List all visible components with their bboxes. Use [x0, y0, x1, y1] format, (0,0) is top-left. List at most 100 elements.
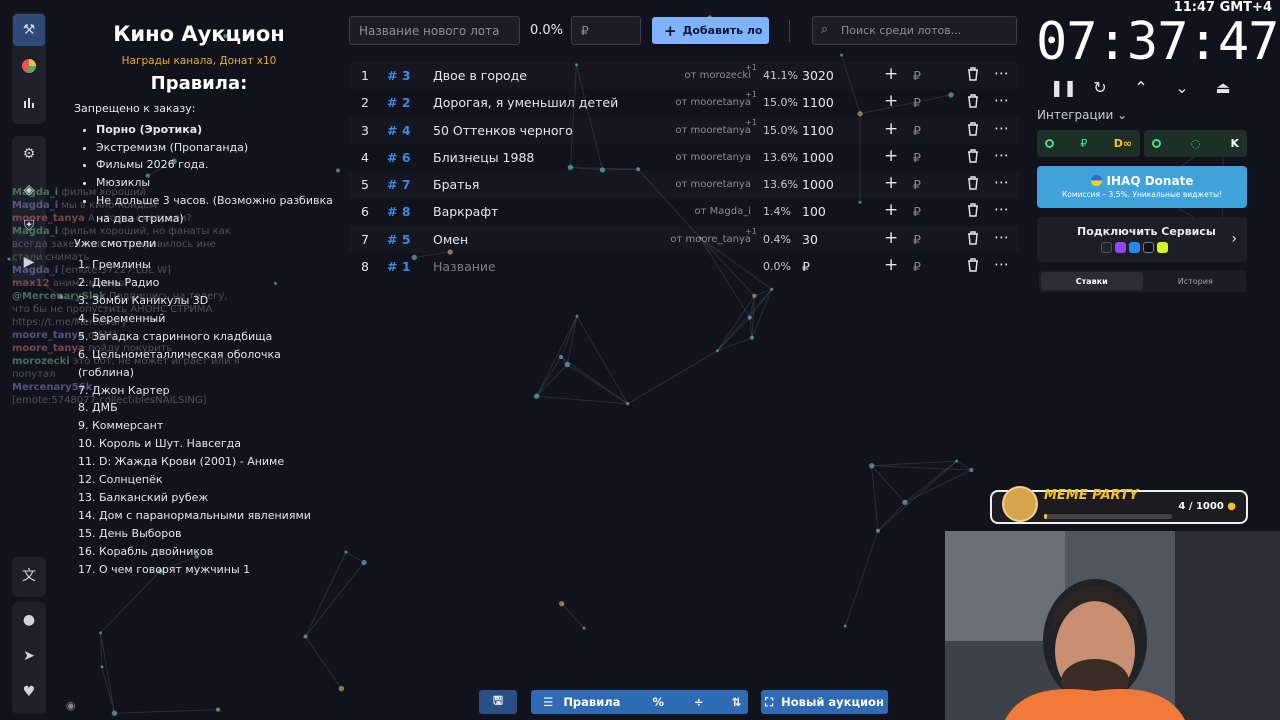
gear-icon[interactable]: ⚙	[13, 138, 45, 170]
ruble-icon[interactable]: ₽	[913, 204, 921, 219]
doge-avatar	[1002, 486, 1038, 522]
restart-icon[interactable]: ↻	[1091, 78, 1109, 97]
meme-progress-bar	[1044, 514, 1172, 519]
kick-icon	[1157, 242, 1168, 253]
ruble-icon[interactable]: ₽	[913, 123, 921, 138]
ruble-icon[interactable]: ₽	[913, 259, 921, 274]
watched-item: 12. Солнцепёк	[78, 473, 163, 487]
lot-number: 8	[361, 259, 369, 275]
integration-donation[interactable]: ₽ D∞	[1037, 130, 1140, 157]
lot-number: 6	[361, 204, 369, 220]
new-auction-button[interactable]: ⛶ Новый аукцион	[761, 690, 888, 714]
sort-icon[interactable]: ⇅	[732, 695, 742, 709]
lot-name[interactable]: Варкрафт	[433, 204, 498, 219]
trash-icon[interactable]	[966, 257, 980, 275]
lot-amount[interactable]: 100	[802, 204, 826, 219]
lot-amount[interactable]: 30	[802, 232, 818, 247]
new-lot-amount-input[interactable]: ₽	[571, 16, 641, 45]
plus-icon[interactable]: +	[884, 200, 898, 220]
watched-item: 4. Беременный	[78, 311, 166, 325]
ruble-icon[interactable]: ₽	[913, 95, 921, 110]
pause-icon[interactable]: ❚❚	[1050, 78, 1077, 97]
lot-name[interactable]: Близнецы 1988	[433, 150, 534, 165]
watched-item: 7. Джон Картер	[78, 383, 170, 397]
translate-icon[interactable]: 文	[13, 559, 45, 591]
chat-username: Magda_i	[12, 226, 59, 237]
lot-author: от morozecki	[684, 70, 751, 81]
add-lot-button[interactable]: + Добавить ло	[652, 17, 769, 44]
telegram-icon[interactable]: ➤	[13, 640, 45, 672]
lot-name[interactable]: Омен	[433, 232, 468, 247]
tab-bets[interactable]: Ставки	[1041, 272, 1143, 290]
save-button[interactable]: 🖫	[479, 690, 517, 714]
lot-amount[interactable]: 1100	[802, 123, 834, 138]
hammer-icon[interactable]: ⚒	[13, 14, 45, 46]
eye-icon[interactable]: ◉	[66, 699, 76, 712]
more-icon[interactable]: ⋯	[994, 255, 1009, 273]
compress-icon[interactable]: ÷	[694, 695, 704, 709]
lot-row: 1 # 3 Двое в городе от morozecki +1 41.1% 3020…	[349, 62, 1019, 89]
trash-icon[interactable]	[966, 148, 980, 166]
lot-name[interactable]: 50 Оттенков черного	[433, 123, 573, 138]
trash-icon[interactable]	[966, 202, 980, 220]
more-icon[interactable]: ⋯	[994, 173, 1009, 191]
watched-item: 13. Балканский рубеж	[78, 491, 209, 504]
plus-icon[interactable]: +	[884, 255, 898, 275]
ruble-icon[interactable]: ₽	[913, 150, 921, 165]
ruble-icon[interactable]: ₽	[913, 177, 921, 192]
lot-name[interactable]: Дорогая, я уменьшил детей	[433, 95, 618, 110]
search-input[interactable]: ⌕ Поиск среди лотов...	[812, 16, 1017, 45]
percent-icon[interactable]: %	[652, 695, 664, 709]
lot-amount[interactable]: 1100	[802, 95, 834, 110]
connect-services-card[interactable]: Подключить Сервисы ›	[1037, 217, 1247, 262]
pie-chart-icon[interactable]	[13, 50, 45, 82]
trash-icon[interactable]	[966, 93, 980, 111]
rules-toolbar-group: ☰ Правила % ÷ ⇅	[531, 690, 748, 714]
list-icon: ☰	[543, 695, 554, 709]
more-icon[interactable]: ⋯	[994, 64, 1009, 82]
more-icon[interactable]: ⋯	[994, 91, 1009, 109]
ruble-icon[interactable]: ₽	[913, 232, 921, 247]
integration-points[interactable]: ◌ K	[1144, 130, 1247, 157]
plus-icon[interactable]: +	[884, 173, 898, 193]
integrations-toggle[interactable]: Интеграции ⌄	[1037, 108, 1127, 122]
lot-name[interactable]: Двое в городе	[433, 68, 527, 83]
github-icon[interactable]: ●	[13, 604, 45, 636]
bar-chart-icon[interactable]	[13, 86, 45, 118]
chevron-up-icon[interactable]: ⌃	[1132, 78, 1150, 97]
plus-icon[interactable]: +	[884, 228, 898, 248]
trash-icon[interactable]	[966, 66, 980, 84]
page-subtitle: Награды канала, Донат x10	[121, 55, 277, 67]
trash-icon[interactable]	[966, 230, 980, 248]
ruble-icon[interactable]: ₽	[913, 68, 921, 83]
meme-count-text: 4 / 1000	[1178, 501, 1224, 512]
plus-icon[interactable]: +	[884, 64, 898, 84]
watched-item: 9. Коммерсант	[78, 419, 164, 433]
ihaq-donate-banner[interactable]: IHAQ Donate Комиссия – 3,5%. Уникальные …	[1037, 166, 1247, 208]
banned-list: Порно (Эротика) Экстремизм (Пропаганда) …	[74, 121, 336, 227]
more-icon[interactable]: ⋯	[994, 200, 1009, 218]
watched-item: 3. Зомби Каникулы 3D	[78, 294, 209, 308]
points-icon: ◌	[1190, 137, 1201, 150]
lot-amount[interactable]: ₽	[802, 259, 810, 274]
tab-history[interactable]: История	[1145, 270, 1247, 292]
lot-amount[interactable]: 1000	[802, 150, 834, 165]
lot-amount[interactable]: 3020	[802, 68, 834, 83]
more-icon[interactable]: ⋯	[994, 119, 1009, 137]
plus-icon[interactable]: +	[884, 119, 898, 139]
x-icon	[1143, 242, 1154, 253]
new-lot-input[interactable]: Название нового лота	[349, 16, 520, 45]
lot-amount[interactable]: 1000	[802, 177, 834, 192]
more-icon[interactable]: ⋯	[994, 228, 1009, 246]
lot-name[interactable]: Название	[433, 259, 496, 274]
lot-name[interactable]: Братья	[433, 177, 479, 192]
plus-icon[interactable]: +	[884, 91, 898, 111]
more-icon[interactable]: ⋯	[994, 146, 1009, 164]
double-chevron-up-icon[interactable]: ⏏	[1214, 78, 1232, 97]
trash-icon[interactable]	[966, 121, 980, 139]
trash-icon[interactable]	[966, 175, 980, 193]
plus-icon[interactable]: +	[884, 146, 898, 166]
chevron-down-icon[interactable]: ⌄	[1173, 78, 1191, 97]
rules-button[interactable]: Правила	[563, 695, 620, 709]
donate-hand-icon[interactable]: ♥	[13, 676, 45, 708]
